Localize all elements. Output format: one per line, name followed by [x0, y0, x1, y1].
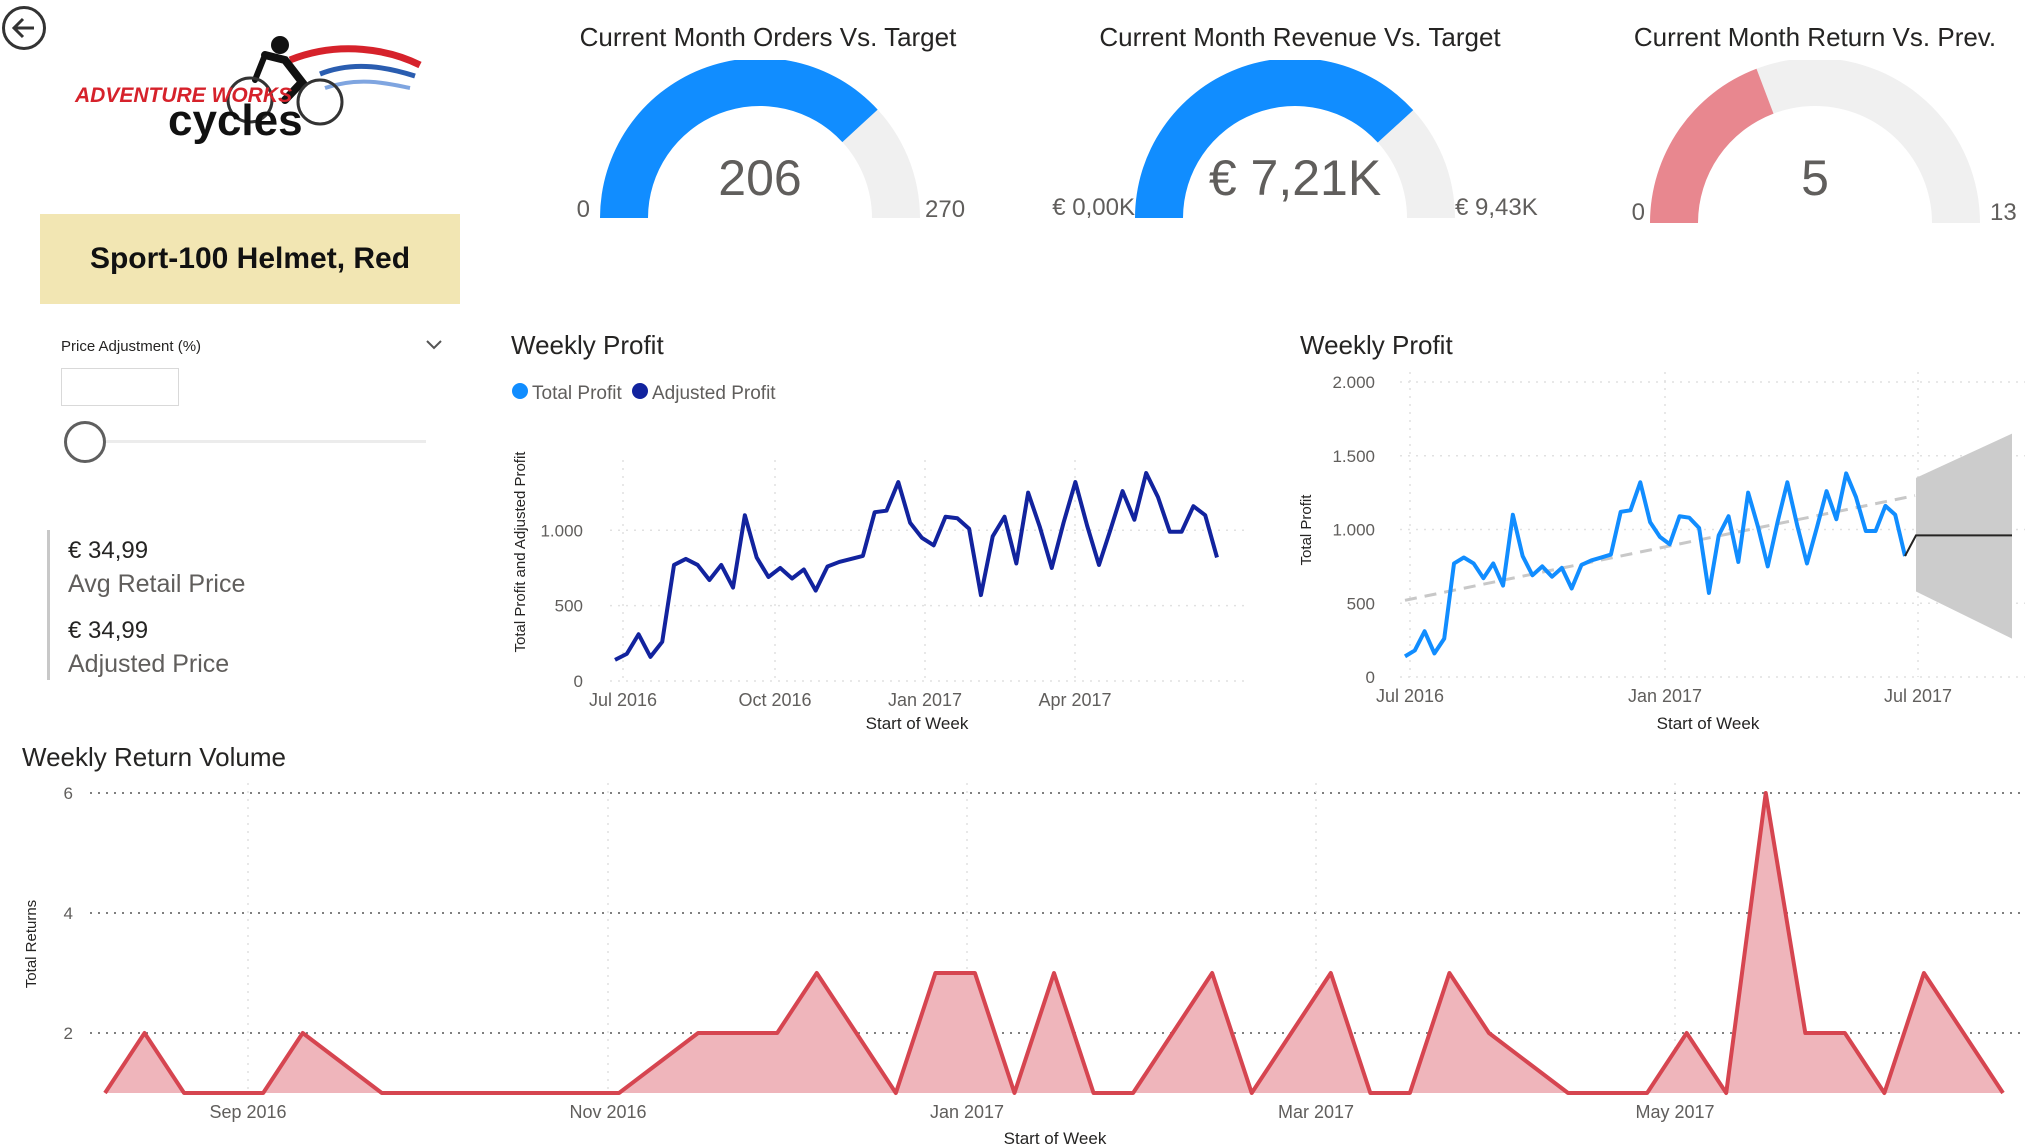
price-adjustment-input[interactable]: [61, 368, 179, 406]
revenue-gauge-value: € 7,21K: [1209, 150, 1381, 206]
revenue-gauge-min: € 0,00K: [1052, 194, 1135, 221]
weekly-profit-forecast-chart: 0 500 1.000 1.500 2.000 Jul 2016 Jan 2017 Jul 2…: [1298, 372, 2025, 733]
x-axis-title: Start of Week: [1657, 714, 1760, 733]
x-tick-label: Jan 2017: [930, 1102, 1004, 1122]
weekly-profit-title: Weekly Profit: [511, 330, 664, 360]
product-name-card: Sport-100 Helmet, Red: [40, 214, 460, 304]
y-tick-label: 4: [64, 904, 73, 923]
returns-gauge-value: 5: [1801, 150, 1829, 206]
x-tick-label: Apr 2017: [1038, 690, 1111, 710]
weekly-profit-chart: Total Profit Adjusted Profit 0 500 1.000 Ju…: [512, 383, 1245, 733]
y-axis-title: Total Profit and Adjusted Profit: [512, 451, 529, 653]
adjusted-price-value: € 34,99: [68, 617, 149, 644]
arrow-left-icon: [11, 17, 34, 39]
y-tick-label: 1.000: [1332, 521, 1375, 540]
x-tick-label: Sep 2016: [209, 1102, 286, 1122]
returns-gauge-fill: [1650, 68, 1774, 223]
x-tick-label: Jan 2017: [1628, 686, 1702, 706]
orders-gauge-min: 0: [577, 196, 590, 223]
y-tick-label: 0: [574, 672, 583, 691]
orders-gauge-max: 270: [925, 196, 965, 223]
x-tick-label: Jan 2017: [888, 690, 962, 710]
weekly-return-volume-chart: 2 4 6 Sep 2016 Nov 2016 Jan 2017 Mar 2017 May 2…: [23, 783, 2020, 1146]
logo-bottom-text: cycles: [168, 96, 303, 145]
adventure-works-logo: ADVENTURE WORKS cycles: [74, 36, 422, 145]
total-profit-line: [1403, 471, 1907, 659]
x-tick-label: Mar 2017: [1278, 1102, 1354, 1122]
adjusted-profit-line: [614, 471, 1219, 662]
y-tick-label: 500: [1347, 594, 1375, 613]
weekly-return-volume-title: Weekly Return Volume: [22, 742, 286, 772]
y-tick-label: 0: [1366, 668, 1375, 687]
price-adjustment-slicer-title: Price Adjustment (%): [61, 338, 202, 355]
legend-marker: [632, 383, 648, 399]
x-tick-label: Jul 2016: [589, 690, 657, 710]
y-axis-title: Total Profit: [1298, 494, 1315, 566]
y-tick-label: 1.500: [1332, 447, 1375, 466]
x-axis-title: Start of Week: [1004, 1129, 1107, 1146]
orders-gauge-value: 206: [718, 150, 801, 206]
y-axis-title: Total Returns: [23, 900, 40, 988]
y-tick-label: 1.000: [540, 521, 583, 540]
x-tick-label: Jul 2017: [1884, 686, 1952, 706]
legend-label-total-profit: Total Profit: [532, 383, 622, 404]
revenue-gauge-max: € 9,43K: [1455, 194, 1538, 221]
revenue-gauge: € 7,21K € 0,00K € 9,43K: [1052, 60, 1538, 221]
product-name: Sport-100 Helmet, Red: [89, 242, 411, 275]
card-accent-bar: [47, 530, 50, 680]
legend-adjusted-profit[interactable]: Adjusted Profit: [632, 383, 776, 404]
returns-gauge-title: Current Month Return Vs. Prev.: [1633, 22, 1997, 52]
returns-gauge: 5 0 13: [1632, 60, 2017, 226]
price-adjustment-slider-track[interactable]: [84, 440, 426, 443]
y-tick-label: 2.000: [1332, 373, 1375, 392]
avg-retail-price-value: € 34,99: [68, 537, 149, 564]
avg-retail-price-label: Avg Retail Price: [68, 570, 246, 598]
x-tick-label: Oct 2016: [738, 690, 811, 710]
returns-gauge-max: 13: [1990, 199, 2017, 226]
orders-gauge: 206 0 270: [577, 60, 965, 223]
y-tick-label: 500: [555, 597, 583, 616]
weekly-profit-forecast-title: Weekly Profit: [1300, 330, 1453, 360]
legend-marker: [512, 383, 528, 399]
price-adjustment-slider-thumb[interactable]: [64, 421, 106, 463]
legend-label-adjusted-profit: Adjusted Profit: [652, 383, 776, 404]
x-axis-title: Start of Week: [866, 714, 969, 733]
y-tick-label: 2: [64, 1024, 73, 1043]
returns-gauge-min: 0: [1632, 199, 1645, 226]
y-tick-label: 6: [64, 784, 73, 803]
legend-total-profit[interactable]: Total Profit: [512, 383, 622, 404]
x-tick-label: Jul 2016: [1376, 686, 1444, 706]
chevron-down-icon[interactable]: [424, 334, 444, 354]
back-button[interactable]: [2, 6, 46, 50]
revenue-gauge-title: Current Month Revenue Vs. Target: [1099, 22, 1501, 52]
returns-area: [105, 793, 2003, 1093]
adjusted-price-label: Adjusted Price: [68, 650, 230, 678]
orders-gauge-title: Current Month Orders Vs. Target: [579, 22, 957, 52]
x-tick-label: Nov 2016: [569, 1102, 646, 1122]
x-tick-label: May 2017: [1635, 1102, 1714, 1122]
